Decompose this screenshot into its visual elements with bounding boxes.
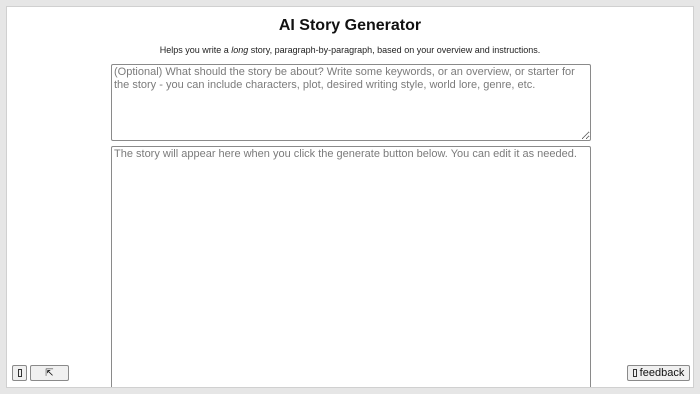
subtitle-emphasis: long <box>231 45 249 55</box>
story-overview-input[interactable] <box>111 64 591 141</box>
feedback-icon <box>632 369 637 377</box>
story-output-textarea[interactable] <box>111 146 591 387</box>
subtitle-text-start: Helps you write a <box>159 45 232 55</box>
feedback-label: feedback <box>639 367 685 379</box>
page-title: AI Story Generator <box>278 17 422 34</box>
expand-button[interactable]: ⇱ <box>30 365 69 381</box>
page-subtitle: Helps you write a long story, paragraph-… <box>7 45 693 55</box>
subtitle-text-end: story, paragraph-by-paragraph, based on … <box>248 45 541 55</box>
menu-button[interactable] <box>12 365 27 381</box>
app-frame: AI Story Generator Helps you write a lon… <box>6 6 694 388</box>
menu-icon <box>17 369 22 377</box>
feedback-button[interactable]: feedback <box>627 365 690 381</box>
expand-icon: ⇱ <box>45 367 54 379</box>
